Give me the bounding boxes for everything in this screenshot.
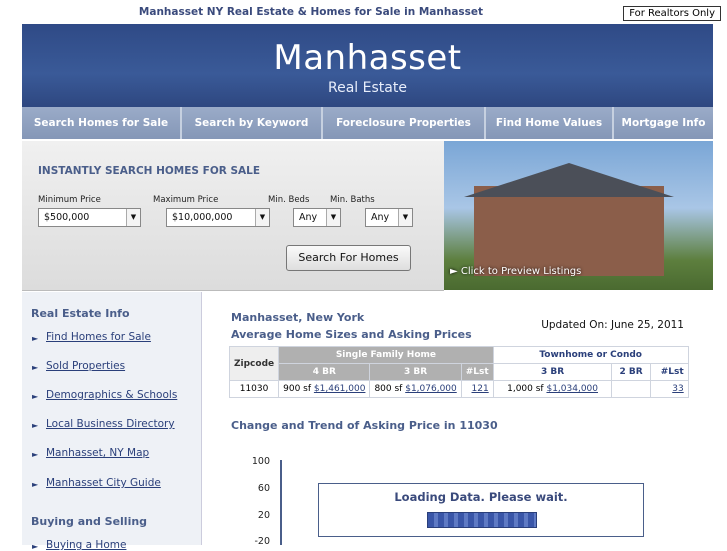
chevron-down-icon: ▼ <box>126 209 140 226</box>
loading-progress-bar <box>427 512 537 528</box>
city-heading: Manhasset, New York <box>231 311 365 324</box>
sidebar-link-sold[interactable]: Sold Properties <box>46 360 125 372</box>
baths-label: Min. Baths <box>330 195 375 205</box>
col-header: #Lst <box>460 363 494 381</box>
sidebar-link-city-guide[interactable]: Manhasset City Guide <box>46 477 161 489</box>
nav-mortgage-info[interactable]: Mortgage Info <box>614 107 713 139</box>
site-title: Manhasset NY Real Estate & Homes for Sal… <box>138 6 484 18</box>
loading-text: Loading Data. Please wait. <box>394 490 568 504</box>
y-tick-label: 20 <box>257 510 270 521</box>
chevron-down-icon: ▼ <box>326 209 340 226</box>
table-row: 11030 900 sf $1,461,000 800 sf $1,076,00… <box>228 380 689 398</box>
min-price-label: Minimum Price <box>38 195 101 205</box>
sidebar-heading-real-estate: Real Estate Info <box>31 307 130 320</box>
bullet-icon: ► <box>32 392 39 401</box>
banner-title: Manhasset <box>273 38 462 78</box>
bullet-icon: ► <box>32 450 39 459</box>
nav-search-homes[interactable]: Search Homes for Sale <box>22 107 182 139</box>
zip-cell: 11030 <box>228 380 280 398</box>
col-header: 2 BR <box>611 363 651 381</box>
search-for-homes-button[interactable]: Search For Homes <box>286 245 411 271</box>
bullet-icon: ► <box>32 421 39 430</box>
sidebar-link-buying[interactable]: Buying a Home <box>46 539 126 551</box>
y-tick-label: 60 <box>257 483 270 494</box>
main-nav: Search Homes for Sale Search by Keyword … <box>22 107 713 139</box>
sidebar-heading-buying: Buying and Selling <box>31 515 148 528</box>
zip-header: Zipcode <box>228 346 280 381</box>
featured-house-photo[interactable]: ► Click to Preview Listings <box>444 141 713 290</box>
search-panel: INSTANTLY SEARCH HOMES FOR SALE Minimum … <box>22 141 444 291</box>
bullet-icon: ► <box>32 480 39 489</box>
col-header: 3 BR <box>492 363 613 381</box>
col-header: 4 BR <box>278 363 371 381</box>
condo-header: Townhome or Condo <box>492 346 689 364</box>
table-cell: 800 sf $1,076,000 <box>369 380 462 398</box>
listing-count-link[interactable]: 33 <box>672 384 683 394</box>
sidebar-link-business[interactable]: Local Business Directory <box>46 418 175 430</box>
banner: Manhasset Real Estate <box>22 24 713 107</box>
table-cell: 1,000 sf $1,034,000 <box>492 380 613 398</box>
bullet-icon: ► <box>32 363 39 372</box>
loading-box: Loading Data. Please wait. <box>318 483 644 537</box>
nav-search-keyword[interactable]: Search by Keyword <box>182 107 323 139</box>
top-bar: Manhasset NY Real Estate & Homes for Sal… <box>0 0 727 24</box>
trend-heading: Change and Trend of Asking Price in 1103… <box>231 419 498 432</box>
chevron-down-icon: ▼ <box>255 209 269 226</box>
realtors-only-button[interactable]: For Realtors Only <box>623 6 721 21</box>
table-cell: 121 <box>460 380 494 398</box>
nav-foreclosure[interactable]: Foreclosure Properties <box>323 107 486 139</box>
sfh-header: Single Family Home <box>278 346 494 364</box>
bullet-icon: ► <box>32 334 39 343</box>
listing-count-link[interactable]: 121 <box>472 384 489 394</box>
sidebar: Real Estate Info ► Find Homes for Sale ►… <box>22 292 202 551</box>
chart-y-axis <box>280 460 282 545</box>
sidebar-link-find-homes[interactable]: Find Homes for Sale <box>46 331 151 343</box>
col-header: 3 BR <box>369 363 462 381</box>
min-price-select[interactable]: $500,000 ▼ <box>38 208 141 227</box>
table-cell <box>611 380 651 398</box>
max-price-select[interactable]: $10,000,000 ▼ <box>166 208 270 227</box>
price-table: Zipcode Single Family Home Townhome or C… <box>228 346 689 398</box>
updated-date: Updated On: June 25, 2011 <box>541 319 684 331</box>
banner-subtitle: Real Estate <box>328 80 407 96</box>
table-cell: 33 <box>649 380 689 398</box>
price-link[interactable]: $1,461,000 <box>314 384 366 394</box>
beds-label: Min. Beds <box>268 195 310 205</box>
y-tick-label: -20 <box>254 536 270 547</box>
max-price-label: Maximum Price <box>153 195 219 205</box>
preview-listings-link[interactable]: ► Click to Preview Listings <box>450 266 581 277</box>
col-header: #Lst <box>649 363 689 381</box>
sidebar-link-demographics[interactable]: Demographics & Schools <box>46 389 177 401</box>
price-link[interactable]: $1,076,000 <box>405 384 457 394</box>
baths-select[interactable]: Any ▼ <box>365 208 413 227</box>
main-content: Manhasset, New York Average Home Sizes a… <box>202 292 713 547</box>
sidebar-link-map[interactable]: Manhasset, NY Map <box>46 447 149 459</box>
house-roof-image <box>464 163 674 197</box>
table-cell: 900 sf $1,461,000 <box>278 380 371 398</box>
nav-home-values[interactable]: Find Home Values <box>486 107 614 139</box>
chevron-down-icon: ▼ <box>398 209 412 226</box>
beds-select[interactable]: Any ▼ <box>293 208 341 227</box>
table-heading: Average Home Sizes and Asking Prices <box>231 328 472 341</box>
bullet-icon: ► <box>32 542 39 551</box>
price-link[interactable]: $1,034,000 <box>546 384 598 394</box>
house-image <box>474 186 664 276</box>
y-tick-label: 100 <box>251 456 270 467</box>
search-heading: INSTANTLY SEARCH HOMES FOR SALE <box>38 165 261 177</box>
